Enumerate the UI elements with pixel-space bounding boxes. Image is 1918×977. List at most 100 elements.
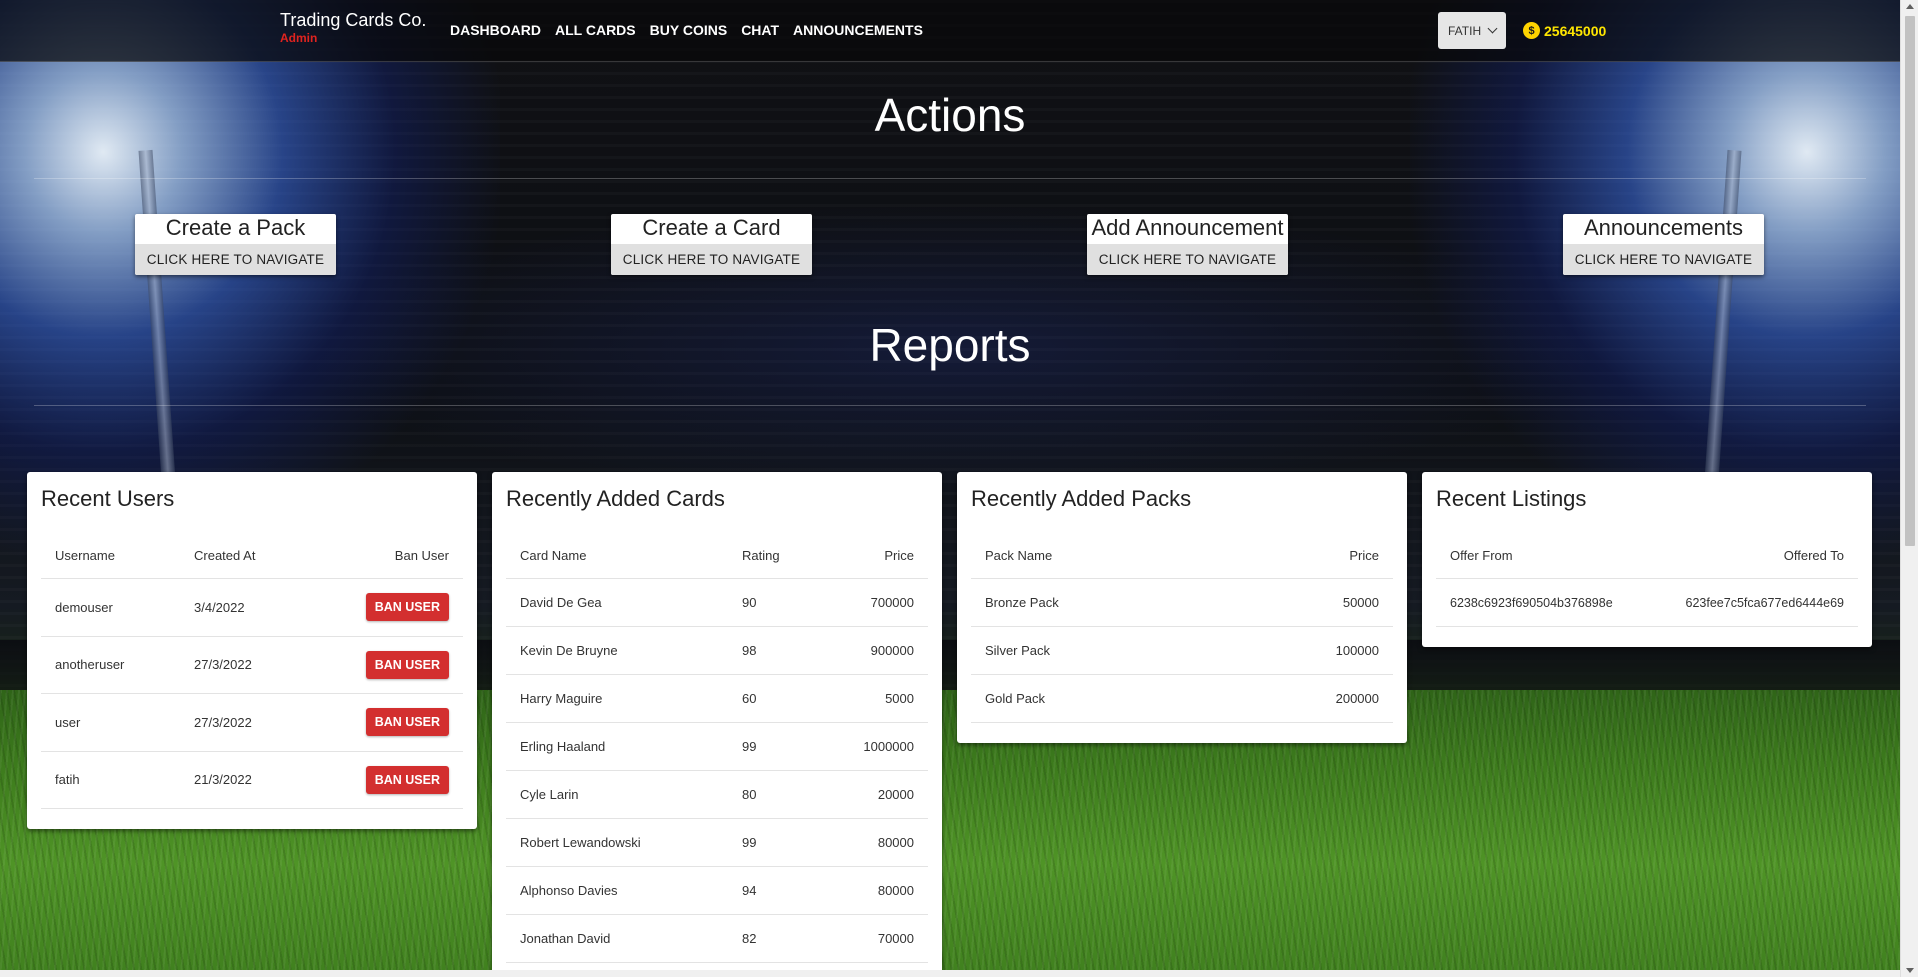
panel-title: Recent Users	[41, 486, 175, 511]
ban-user-button[interactable]: BAN USER	[365, 593, 449, 622]
offer-from-cell: 6238c6923f690504b376898e	[1436, 578, 1650, 627]
navigate-button[interactable]: CLICK HERE TO NAVIGATE	[1563, 244, 1764, 275]
recent-packs-panel: Recently Added Packs Pack Name Price Bro…	[957, 472, 1407, 743]
column-header: Offer From	[1436, 548, 1650, 579]
table-header-row: Username Created At Ban User	[41, 548, 463, 579]
add-announcement-card: Add Announcement CLICK HERE TO NAVIGATE	[1087, 214, 1288, 275]
table-row: 6238c6923f690504b376898e 623fee7c5fca677…	[1436, 578, 1858, 627]
username-cell: demouser	[41, 578, 180, 637]
create-card-card: Create a Card CLICK HERE TO NAVIGATE	[611, 214, 812, 275]
card-title: Create a Pack	[165, 215, 306, 240]
user-menu-button[interactable]: FATIH	[1438, 12, 1507, 49]
announcements-card: Announcements CLICK HERE TO NAVIGATE	[1563, 214, 1764, 275]
ban-user-button[interactable]: BAN USER	[365, 650, 449, 679]
username-cell: user	[41, 693, 180, 752]
column-header: Rating	[728, 548, 828, 579]
table-row: Bronze Pack 50000	[971, 578, 1393, 627]
coin-icon: $	[1523, 22, 1540, 39]
top-navbar: Trading Cards Co. Admin DASHBOARD ALL CA…	[0, 0, 1900, 62]
actions-heading: Actions	[874, 89, 1026, 141]
rating-cell: 80	[728, 770, 828, 819]
table-row: Robert Lewandowski 99 80000	[506, 818, 928, 867]
price-cell: 700000	[828, 578, 928, 627]
table-row: David De Gea 90 700000	[506, 578, 928, 627]
price-cell: 20000	[828, 770, 928, 819]
coin-balance: $ 25645000	[1523, 22, 1606, 39]
recent-packs-table: Pack Name Price Bronze Pack 50000 Silver…	[971, 548, 1393, 723]
card-title: Add Announcement	[1091, 215, 1284, 240]
username-cell: anotheruser	[41, 636, 180, 694]
scrollbar-thumb[interactable]	[1905, 16, 1915, 546]
created-at-cell: 3/4/2022	[180, 578, 307, 637]
nav-all-cards[interactable]: ALL CARDS	[555, 22, 636, 38]
column-header: Card Name	[506, 548, 728, 579]
card-title: Announcements	[1584, 215, 1743, 240]
coin-amount: 25645000	[1544, 22, 1607, 39]
offered-to-cell: 623fee7c5fca677ed6444e69	[1649, 578, 1858, 627]
table-row: Erling Haaland 99 1000000	[506, 722, 928, 771]
navigate-button[interactable]: CLICK HERE TO NAVIGATE	[611, 244, 812, 275]
nav-dashboard[interactable]: DASHBOARD	[450, 22, 541, 38]
nav-buy-coins[interactable]: BUY COINS	[650, 22, 728, 38]
created-at-cell: 27/3/2022	[180, 636, 307, 694]
table-header-row: Pack Name Price	[971, 548, 1393, 579]
column-header: Pack Name	[971, 548, 1219, 579]
scroll-up-icon[interactable]	[1906, 4, 1914, 9]
card-name-cell: Kevin De Bruyne	[506, 626, 728, 675]
rating-cell: 94	[728, 866, 828, 915]
card-name-cell: David De Gea	[506, 578, 728, 627]
table-header-row: Card Name Rating Price	[506, 548, 928, 579]
table-row: Gold Pack 200000	[971, 674, 1393, 723]
admin-badge: Admin	[280, 31, 318, 45]
brand[interactable]: Trading Cards Co. Admin	[280, 10, 426, 45]
create-pack-card: Create a Pack CLICK HERE TO NAVIGATE	[135, 214, 336, 275]
card-name-cell: Jonathan David	[506, 914, 728, 963]
main-nav: DASHBOARD ALL CARDS BUY COINS CHAT ANNOU…	[450, 22, 923, 38]
pack-name-cell: Bronze Pack	[971, 578, 1219, 627]
card-name-cell: Harry Maguire	[506, 674, 728, 723]
navigate-button[interactable]: CLICK HERE TO NAVIGATE	[1087, 244, 1288, 275]
user-name: FATIH	[1448, 23, 1482, 38]
panel-title: Recently Added Cards	[506, 486, 725, 511]
price-cell: 1000000	[828, 722, 928, 771]
horizontal-scrollbar[interactable]	[0, 970, 1900, 977]
card-title: Create a Card	[642, 215, 781, 240]
price-cell: 200000	[1218, 674, 1393, 723]
brand-title[interactable]: Trading Cards Co.	[280, 10, 426, 30]
panel-title: Recently Added Packs	[971, 486, 1192, 511]
rating-cell: 90	[728, 578, 828, 627]
divider	[34, 405, 1866, 406]
column-header: Price	[1218, 548, 1393, 579]
card-name-cell: Erling Haaland	[506, 722, 728, 771]
recent-users-table: Username Created At Ban User demouser 3/…	[41, 548, 463, 809]
rating-cell: 98	[728, 626, 828, 675]
divider	[34, 178, 1866, 179]
table-row: user 27/3/2022 BAN USER	[41, 693, 463, 752]
table-row: Alphonso Davies 94 80000	[506, 866, 928, 915]
ban-user-button[interactable]: BAN USER	[365, 708, 449, 737]
card-name-cell: Cyle Larin	[506, 770, 728, 819]
recent-users-panel: Recent Users Username Created At Ban Use…	[27, 472, 477, 829]
panel-title: Recent Listings	[1436, 486, 1587, 511]
price-cell: 70000	[828, 914, 928, 963]
rating-cell: 82	[728, 914, 828, 963]
rating-cell: 99	[728, 818, 828, 867]
price-cell: 50000	[1218, 578, 1393, 627]
vertical-scrollbar[interactable]	[1900, 0, 1918, 977]
table-row: Silver Pack 100000	[971, 626, 1393, 675]
navigate-button[interactable]: CLICK HERE TO NAVIGATE	[135, 244, 336, 275]
created-at-cell: 27/3/2022	[180, 693, 307, 752]
recent-listings-panel: Recent Listings Offer From Offered To 62…	[1422, 472, 1872, 647]
nav-announcements[interactable]: ANNOUNCEMENTS	[793, 22, 923, 38]
nav-chat[interactable]: CHAT	[741, 22, 779, 38]
scroll-down-icon[interactable]	[1906, 968, 1914, 973]
ban-user-button[interactable]: BAN USER	[365, 765, 449, 794]
recent-cards-table: Card Name Rating Price David De Gea 90 7…	[506, 548, 928, 963]
recent-listings-table: Offer From Offered To 6238c6923f690504b3…	[1436, 548, 1858, 627]
username-cell: fatih	[41, 751, 180, 809]
table-row: Kevin De Bruyne 98 900000	[506, 626, 928, 675]
table-header-row: Offer From Offered To	[1436, 548, 1858, 579]
column-header: Ban User	[306, 548, 463, 579]
price-cell: 80000	[828, 866, 928, 915]
card-name-cell: Alphonso Davies	[506, 866, 728, 915]
